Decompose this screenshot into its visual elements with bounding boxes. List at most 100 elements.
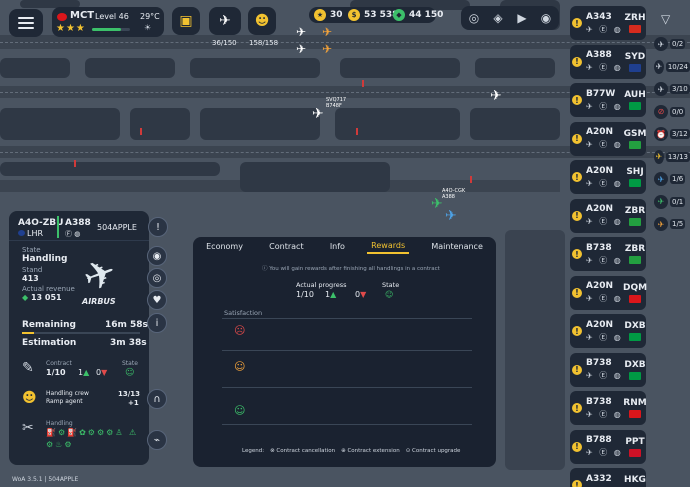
filter-plane-icon: ⊘ (654, 104, 668, 119)
filter-plane-icon: ⏰ (654, 127, 668, 141)
aircraft-type: A343 (586, 11, 612, 22)
filter-plane-icon: ✈ (654, 37, 668, 51)
service-icons: ✈ Ⓔ ◍ (586, 409, 623, 419)
destination-code: DXB (624, 321, 646, 331)
filter-item[interactable]: ✈ 10/24 (654, 55, 690, 79)
service-icons: ✈ Ⓔ ◍ (586, 448, 623, 457)
flight-card[interactable]: ! A343 ✈ Ⓔ ◍ ZRH (570, 6, 646, 40)
missions-button[interactable]: ▣ (172, 7, 200, 35)
filter-count: 0/2 (670, 39, 686, 49)
filter-icon[interactable]: ▽ (661, 12, 670, 26)
target-icon[interactable]: ◎ (147, 268, 167, 288)
flight-card[interactable]: ! A20N ✈ Ⓔ ◍ DXB (570, 314, 646, 348)
eye-icon[interactable]: ◉ (537, 8, 555, 28)
flight-card[interactable]: !A332✈ Ⓔ ◍HKG (570, 468, 646, 487)
destination-flag-icon (629, 256, 641, 264)
warning-icon: ! (572, 56, 582, 67)
filter-item[interactable]: ⏰ 3/12 (654, 122, 690, 146)
flight-label: A4O-CGK A388 (442, 188, 466, 200)
tab-economy[interactable]: Economy (202, 240, 247, 253)
tab-maintenance[interactable]: Maintenance (427, 240, 487, 253)
flight-card[interactable]: ! A20N ✈ Ⓔ ◍ ZBR (570, 198, 646, 233)
sad-face-icon: ☹ (234, 324, 246, 337)
flight-card[interactable]: ! A20N ✈ Ⓔ ◍ DQM (570, 275, 647, 310)
tab-info[interactable]: Info (326, 240, 349, 253)
filter-count: 3/10 (670, 84, 690, 94)
destination-flag-icon (629, 179, 641, 187)
service-icons: ✈ Ⓔ ◍ (586, 255, 623, 265)
plane-icon[interactable]: ✈ (445, 208, 457, 224)
destination-code: PPT (625, 436, 645, 447)
filter-item[interactable]: ✈ 3/10 (654, 77, 690, 101)
cancel-icon: ⊗ (270, 448, 275, 454)
worker-icon: ☻ (254, 13, 270, 29)
filter-plane-icon: ✈ (654, 59, 664, 74)
divider (222, 350, 472, 351)
handling-task-icons-row2: ⚙♨⚙ (46, 440, 74, 449)
xp-currency[interactable]: ◆ 44 150 (393, 9, 443, 21)
service-icons: ✈ Ⓔ ◍ (586, 24, 623, 34)
aircraft-type: A20N (586, 127, 614, 137)
staff-button[interactable]: ☻ (248, 7, 276, 35)
layers-icon[interactable]: ◈ (489, 8, 507, 28)
destination-flag-icon (629, 25, 641, 33)
crew-value: 13/13 (118, 390, 141, 398)
airport-info-panel[interactable]: MCT Level 46 ★★★ 29°C ☀ (52, 7, 164, 37)
map-tools: ◎ ◈ ▶ ◉ (461, 6, 559, 30)
legend-extension: ⊕ Contract extension (341, 448, 400, 454)
heart-icon[interactable]: ♥ (147, 290, 167, 310)
tab-rewards[interactable]: Rewards (367, 239, 410, 254)
plane-icon[interactable]: ✈ (322, 42, 332, 56)
tab-contract[interactable]: Contract (265, 240, 307, 253)
menu-button[interactable] (9, 9, 43, 37)
plane-icon[interactable]: ✈ (490, 88, 502, 104)
camera-icon[interactable]: ▶ (513, 8, 531, 28)
extension-icon: ⊕ (341, 448, 346, 454)
filter-item[interactable]: ✈ 13/13 (654, 145, 690, 169)
filter-item[interactable]: ✈ 0/1 (654, 190, 690, 214)
uk-flag-icon (18, 230, 25, 236)
destination-flag-icon (629, 140, 641, 149)
warning-icon: ! (572, 172, 582, 182)
pushback-icon[interactable]: ⌁ (147, 430, 167, 450)
plane-icon[interactable]: ✈ (296, 25, 306, 39)
destination-flag-icon (629, 333, 641, 341)
sun-icon: ☀ (144, 23, 152, 32)
flight-card[interactable]: ! A388 ✈ Ⓔ ◍ SYD (570, 44, 646, 79)
contract-label: Contract (46, 360, 72, 367)
flight-card[interactable]: ! B738 ✈ Ⓔ ◍ RNM (570, 391, 647, 425)
aircraft-type: A20N (586, 281, 614, 291)
flight-card[interactable]: ! B788 ✈ Ⓔ ◍ PPT (570, 429, 646, 464)
headset-icon[interactable]: ∩ (147, 389, 167, 409)
destination-code: ZRH (624, 13, 646, 23)
filter-item[interactable]: ✈ 1/6 (654, 167, 690, 191)
eye-icon[interactable]: ◉ (147, 246, 167, 266)
xp-icon: ◆ (22, 293, 29, 302)
plane-icon[interactable]: ✈ (431, 196, 443, 212)
happy-face-icon: ☺ (385, 290, 394, 299)
flight-card[interactable]: ! A20N ✈ Ⓔ ◍ GSM (570, 121, 646, 156)
plane-icon[interactable]: ✈ (322, 25, 332, 39)
brand-logo: AIRBUS (82, 297, 116, 306)
filter-item[interactable]: ✈ 1/5 (654, 212, 690, 236)
aircraft-type: B738 (586, 358, 612, 368)
flight-card[interactable]: ! B77W ✈ Ⓔ ◍ AUH (570, 83, 646, 117)
crew-icon: ☻ (22, 390, 37, 406)
info-icon[interactable]: i (147, 313, 167, 333)
filter-item[interactable]: ✈ 0/2 (654, 32, 690, 56)
aircraft-type: B738 (586, 242, 612, 253)
filter-item[interactable]: ⊘ 0/0 (654, 100, 690, 124)
alert-icon[interactable]: ! (148, 217, 168, 237)
flight-card[interactable]: ! B738 ✈ Ⓔ ◍ ZBR (570, 237, 646, 271)
aircraft-badges: Ⓕ ◍ (65, 230, 81, 238)
radar-icon[interactable]: ◎ (465, 8, 483, 28)
money-currency[interactable]: $ 53 538 (348, 9, 398, 21)
flight-card[interactable]: ! B738 ✈ Ⓔ ◍ DXB (570, 352, 646, 387)
flight-card[interactable]: ! A20N ✈ Ⓔ ◍ SHJ (570, 160, 646, 194)
star-currency[interactable]: ★ 30 (314, 9, 343, 21)
plane-icon[interactable]: ✈ (296, 42, 306, 56)
aircraft-button[interactable]: ✈ (209, 7, 241, 35)
revenue-label: Actual revenue (22, 285, 75, 293)
plane-icon[interactable]: ✈ (312, 106, 324, 122)
destination-flag-icon (629, 63, 641, 72)
